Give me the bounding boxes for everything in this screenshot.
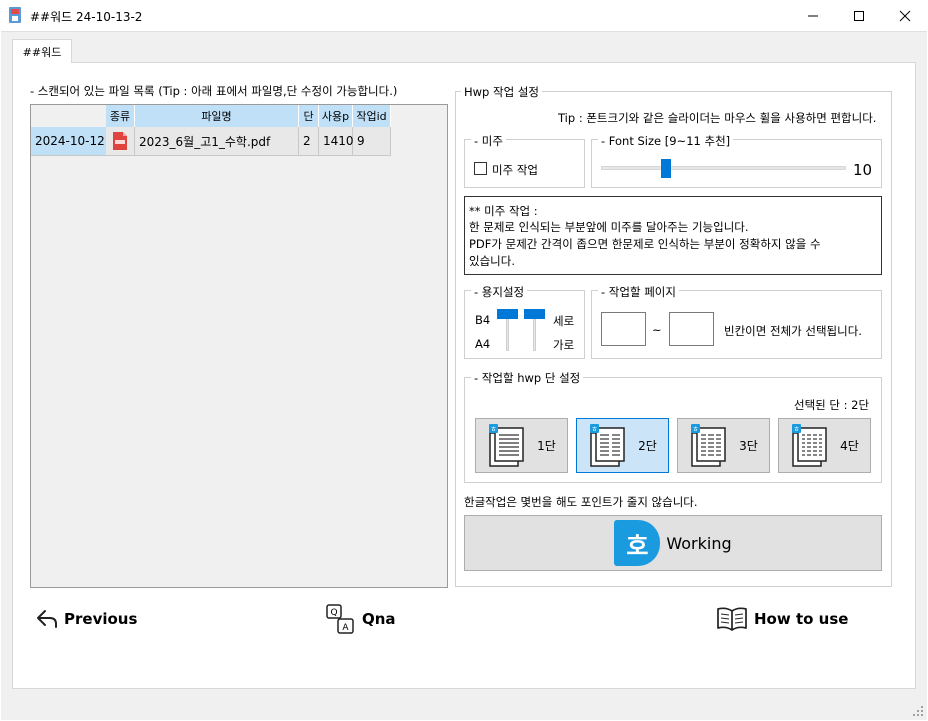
file-list-caption: - 스캔되어 있는 파일 목록 (Tip : 아래 표에서 파일명,단 수정이 …: [30, 84, 398, 98]
hwp-logo-icon: 호: [614, 520, 661, 566]
qna-button[interactable]: Q A Qna: [325, 603, 396, 635]
column-4-label: 4단: [840, 439, 859, 453]
font-size-slider-thumb[interactable]: [661, 159, 672, 178]
page-range-tilde: ~: [652, 323, 662, 337]
mijoo-info-box: ** 미주 작업 : 한 문제로 인식되는 부분앞에 미주를 달아주는 기능입니…: [464, 196, 882, 275]
close-icon: [899, 10, 911, 21]
how-to-use-button[interactable]: How to use: [716, 605, 848, 633]
orientation-slider-thumb[interactable]: [524, 309, 545, 319]
page-to-input[interactable]: [669, 312, 714, 346]
close-button[interactable]: [882, 0, 928, 31]
column-2-button[interactable]: ㅎ 2단: [576, 418, 669, 473]
orientation-horizontal-label: 가로: [553, 338, 575, 352]
working-label: Working: [666, 533, 732, 553]
grid-header-pages[interactable]: 사용p: [319, 105, 353, 127]
settings-title: Hwp 작업 설정: [461, 84, 542, 100]
app-icon: [9, 7, 21, 23]
document-3-column-icon: ㅎ: [691, 423, 726, 467]
paper-size-slider-thumb[interactable]: [497, 309, 518, 319]
font-size-slider-track[interactable]: [601, 166, 846, 170]
grid-header-jobid[interactable]: 작업id: [353, 105, 391, 127]
back-arrow-icon: [37, 610, 57, 628]
mijoo-group-title: - 미주: [471, 133, 506, 149]
row-date[interactable]: 2024-10-12: [31, 127, 106, 156]
svg-text:ㅎ: ㅎ: [692, 425, 698, 433]
row-jobid: 9: [353, 127, 391, 156]
columns-group-title: - 작업할 hwp 단 설정: [471, 370, 584, 386]
minimize-icon: [808, 15, 818, 16]
previous-button[interactable]: Previous: [36, 606, 137, 632]
column-1-button[interactable]: ㅎ 1단: [475, 418, 568, 473]
grid-header-dan[interactable]: 단: [299, 105, 319, 127]
how-to-use-label: How to use: [754, 610, 849, 628]
settings-tip: Tip : 폰트크기와 같은 슬라이더는 마우스 휠을 사용하면 편합니다.: [558, 111, 877, 125]
document-2-column-icon: ㅎ: [590, 423, 625, 467]
paper-a4-label: A4: [475, 337, 491, 351]
svg-text:A: A: [342, 623, 349, 633]
resize-grip-icon[interactable]: [912, 705, 924, 717]
point-notice: 한글작업은 몇번을 해도 포인트가 줄지 않습니다.: [464, 495, 698, 509]
column-4-button[interactable]: ㅎ 4단: [778, 418, 871, 473]
row-dan[interactable]: 2: [299, 127, 319, 156]
column-1-label: 1단: [537, 439, 556, 453]
page-from-input[interactable]: [601, 312, 646, 346]
file-grid[interactable]: 종류 파일명 단 사용p 작업id 2024-10-12 2023_6월_고1_…: [30, 104, 448, 588]
mijoo-checkbox-label[interactable]: 미주 작업: [492, 162, 538, 178]
pdf-icon: [113, 132, 127, 150]
qna-label: Qna: [362, 610, 396, 628]
row-filename[interactable]: 2023_6월_고1_수학.pdf: [135, 127, 299, 156]
orientation-vertical-label: 세로: [553, 314, 575, 328]
mijoo-checkbox[interactable]: [474, 162, 487, 175]
info-line-2: 한 문제로 인식되는 부분앞에 미주를 달아주는 기능입니다.: [469, 220, 749, 234]
document-1-column-icon: ㅎ: [489, 423, 524, 467]
column-3-label: 3단: [739, 439, 758, 453]
svg-text:Q: Q: [330, 608, 337, 618]
previous-label: Previous: [64, 610, 138, 628]
selected-columns-text: 선택된 단 : 2단: [794, 398, 870, 412]
maximize-button[interactable]: [836, 0, 882, 31]
title-bar: ##워드 24-10-13-2: [0, 0, 928, 31]
tab-main[interactable]: ##워드: [12, 39, 72, 63]
grid-row-header-column: [31, 105, 106, 587]
paper-b4-label: B4: [475, 313, 491, 327]
row-type[interactable]: [106, 127, 135, 156]
document-4-column-icon: ㅎ: [792, 423, 827, 467]
info-line-4: 있습니다.: [469, 254, 515, 268]
grid-header-type[interactable]: 종류: [106, 105, 135, 127]
page-range-hint: 빈칸이면 전체가 선택됩니다.: [724, 324, 862, 338]
column-2-label: 2단: [638, 439, 657, 453]
info-line-3: PDF가 문제간 간격이 좁으면 한문제로 인식하는 부분이 정확하지 않을 수: [469, 237, 821, 251]
open-book-icon: [717, 607, 747, 631]
qna-icon: Q A: [326, 604, 354, 634]
svg-text:ㅎ: ㅎ: [591, 425, 597, 433]
maximize-icon: [854, 10, 864, 21]
window-title: ##워드 24-10-13-2: [30, 10, 143, 24]
minimize-button[interactable]: [790, 0, 836, 31]
font-size-value: 10: [853, 161, 873, 179]
info-line-1: ** 미주 작업 :: [469, 204, 538, 218]
column-3-button[interactable]: ㅎ 3단: [677, 418, 770, 473]
svg-text:ㅎ: ㅎ: [793, 425, 799, 433]
grid-header-filename[interactable]: 파일명: [135, 105, 299, 127]
paper-group-title: - 용지설정: [471, 284, 528, 300]
pages-group-title: - 작업할 페이지: [598, 284, 679, 300]
svg-text:ㅎ: ㅎ: [490, 425, 496, 433]
font-size-group-title: - Font Size [9~11 추천]: [598, 133, 734, 149]
working-button[interactable]: 호 Working: [464, 515, 882, 571]
row-pages: 1410: [319, 127, 354, 156]
